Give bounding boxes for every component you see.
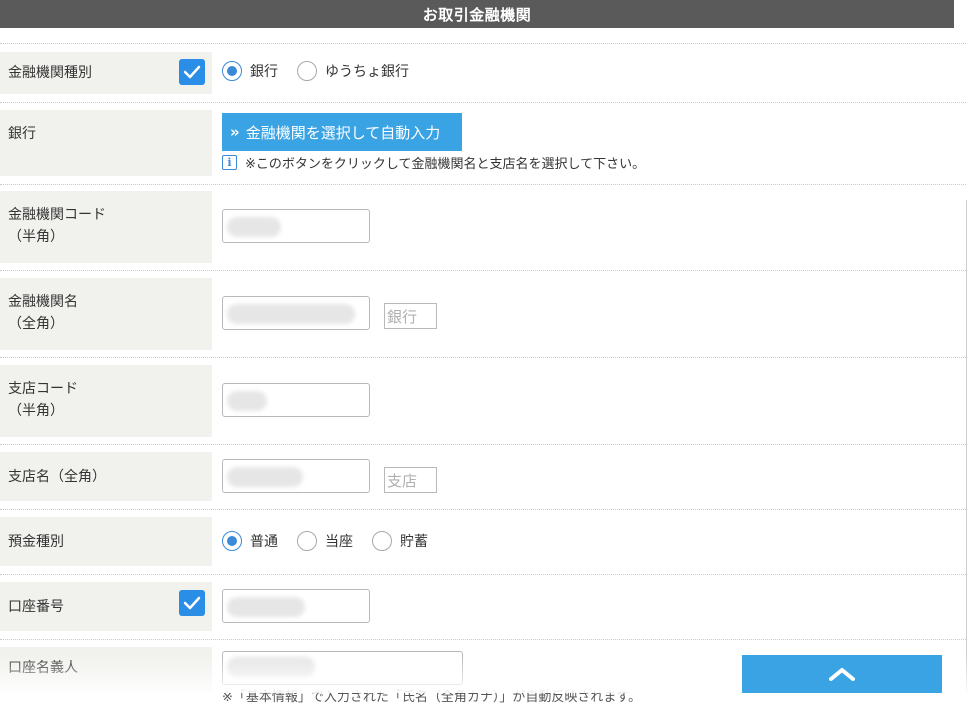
label-text: 金融機関種別 [8,65,92,81]
row-divider [0,574,966,575]
label-bank: 銀行 [0,110,212,176]
label-subtext: （半角） [8,229,64,245]
info-icon: i [222,155,237,170]
account-holder-input[interactable] [222,651,463,685]
row-divider [0,270,966,271]
scroll-to-top-button[interactable] [742,655,942,693]
radio-label: 貯蓄 [400,534,428,550]
account-holder-note: ※「基本情報」で入力された「氏名（全角カナ）」が自動反映されます。 [222,690,642,705]
chevron-up-icon [829,668,855,681]
label-subtext: （半角） [8,403,64,419]
bank-suffix-label: 銀行 [384,303,437,329]
branch-code-input[interactable] [222,383,370,417]
label-text: 口座名義人 [8,660,78,676]
radio-unselected-icon[interactable] [372,531,392,551]
redacted-value [227,217,281,237]
redacted-value [227,657,315,677]
bank-code-input[interactable] [222,209,370,243]
label-branch-code: 支店コード （半角） [0,365,212,437]
label-text: 預金種別 [8,534,64,550]
label-bank-code: 金融機関コード （半角） [0,191,212,263]
institution-type-radio-group: 銀行 ゆうちょ銀行 [222,61,428,81]
label-text: 金融機関コード [8,207,106,223]
radio-option-futsu[interactable]: 普通 [222,531,278,551]
auto-fill-bank-button[interactable]: » 金融機関を選択して自動入力 [222,113,462,151]
redacted-value [227,597,305,617]
redacted-value [227,467,303,487]
label-deposit-type: 預金種別 [0,517,212,566]
radio-option-bank[interactable]: 銀行 [222,61,278,81]
branch-suffix-label: 支店 [384,467,437,493]
radio-option-yucho[interactable]: ゆうちょ銀行 [297,61,409,81]
label-branch-name: 支店名（全角） [0,452,212,501]
button-label: 金融機関を選択して自動入力 [245,123,441,142]
label-text: 支店コード [8,381,78,397]
required-check-icon [179,59,205,85]
radio-unselected-icon[interactable] [297,531,317,551]
radio-selected-icon[interactable] [222,61,242,81]
label-account-holder: 口座名義人 [0,647,212,693]
radio-label: 銀行 [250,64,278,80]
radio-option-chochiku[interactable]: 貯蓄 [372,531,428,551]
label-account-number: 口座番号 [0,582,212,631]
radio-unselected-icon[interactable] [297,61,317,81]
required-check-icon [179,590,205,616]
row-divider [0,102,966,103]
row-divider [0,43,966,44]
account-number-input[interactable] [222,589,370,623]
row-divider [0,184,966,185]
row-divider [0,444,966,445]
label-institution-type: 金融機関種別 [0,52,212,94]
bank-name-input[interactable] [222,296,370,330]
radio-label: 当座 [325,534,353,550]
radio-selected-icon[interactable] [222,531,242,551]
label-text: 銀行 [8,126,36,142]
branch-name-input[interactable] [222,459,370,493]
label-text: 口座番号 [8,599,64,615]
label-bank-name: 金融機関名 （全角） [0,278,212,350]
redacted-value [227,391,267,411]
row-divider [0,639,966,640]
row-divider [0,357,966,358]
deposit-type-radio-group: 普通 当座 貯蓄 [222,531,447,551]
radio-label: 普通 [250,534,278,550]
scroll-edge [966,200,967,693]
section-header: お取引金融機関 [0,0,954,28]
radio-label: ゆうちょ銀行 [325,64,409,80]
row-divider [0,509,966,510]
double-chevron-icon: » [230,123,240,141]
section-title: お取引金融機関 [422,5,532,24]
radio-option-toza[interactable]: 当座 [297,531,353,551]
label-text: 支店名（全角） [8,469,106,485]
label-subtext: （全角） [8,316,64,332]
label-text: 金融機関名 [8,294,78,310]
info-text: ※このボタンをクリックして金融機関名と支店名を選択して下さい。 [245,157,646,172]
bank-info-note: i ※このボタンをクリックして金融機関名と支店名を選択して下さい。 [222,153,645,172]
redacted-value [227,304,355,324]
